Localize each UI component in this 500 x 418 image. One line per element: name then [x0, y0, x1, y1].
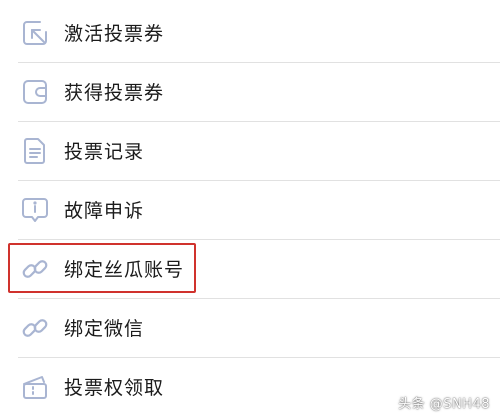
menu-item-label: 获得投票券 [64, 82, 165, 104]
ticket-icon [18, 370, 52, 404]
info-bubble-icon [18, 193, 52, 227]
menu-item-bind-wechat[interactable]: 绑定微信 [0, 298, 500, 357]
settings-menu: 激活投票券 获得投票券 投票记录 故障申诉 绑定丝瓜账号 绑定微信 投票权领取 … [0, 0, 500, 418]
menu-item-label: 投票权领取 [64, 377, 165, 399]
link-icon [18, 311, 52, 345]
menu-item-bind-sigua-account[interactable]: 绑定丝瓜账号 [0, 239, 500, 298]
menu-item-label: 投票记录 [64, 141, 145, 163]
menu-item-get-voucher[interactable]: 获得投票券 [0, 62, 500, 121]
wallet-icon [18, 75, 52, 109]
menu-item-label: 绑定丝瓜账号 [64, 259, 185, 281]
menu-item-activate-voucher[interactable]: 激活投票券 [0, 3, 500, 62]
menu-item-label: 故障申诉 [64, 200, 145, 222]
activate-arrow-icon [18, 16, 52, 50]
link-icon [18, 252, 52, 286]
document-icon [18, 134, 52, 168]
menu-item-label: 绑定微信 [64, 318, 145, 340]
watermark: 头条 @SNH48 [398, 397, 490, 412]
menu-item-fault-appeal[interactable]: 故障申诉 [0, 180, 500, 239]
menu-item-vote-history[interactable]: 投票记录 [0, 121, 500, 180]
menu-item-label: 激活投票券 [64, 23, 165, 45]
